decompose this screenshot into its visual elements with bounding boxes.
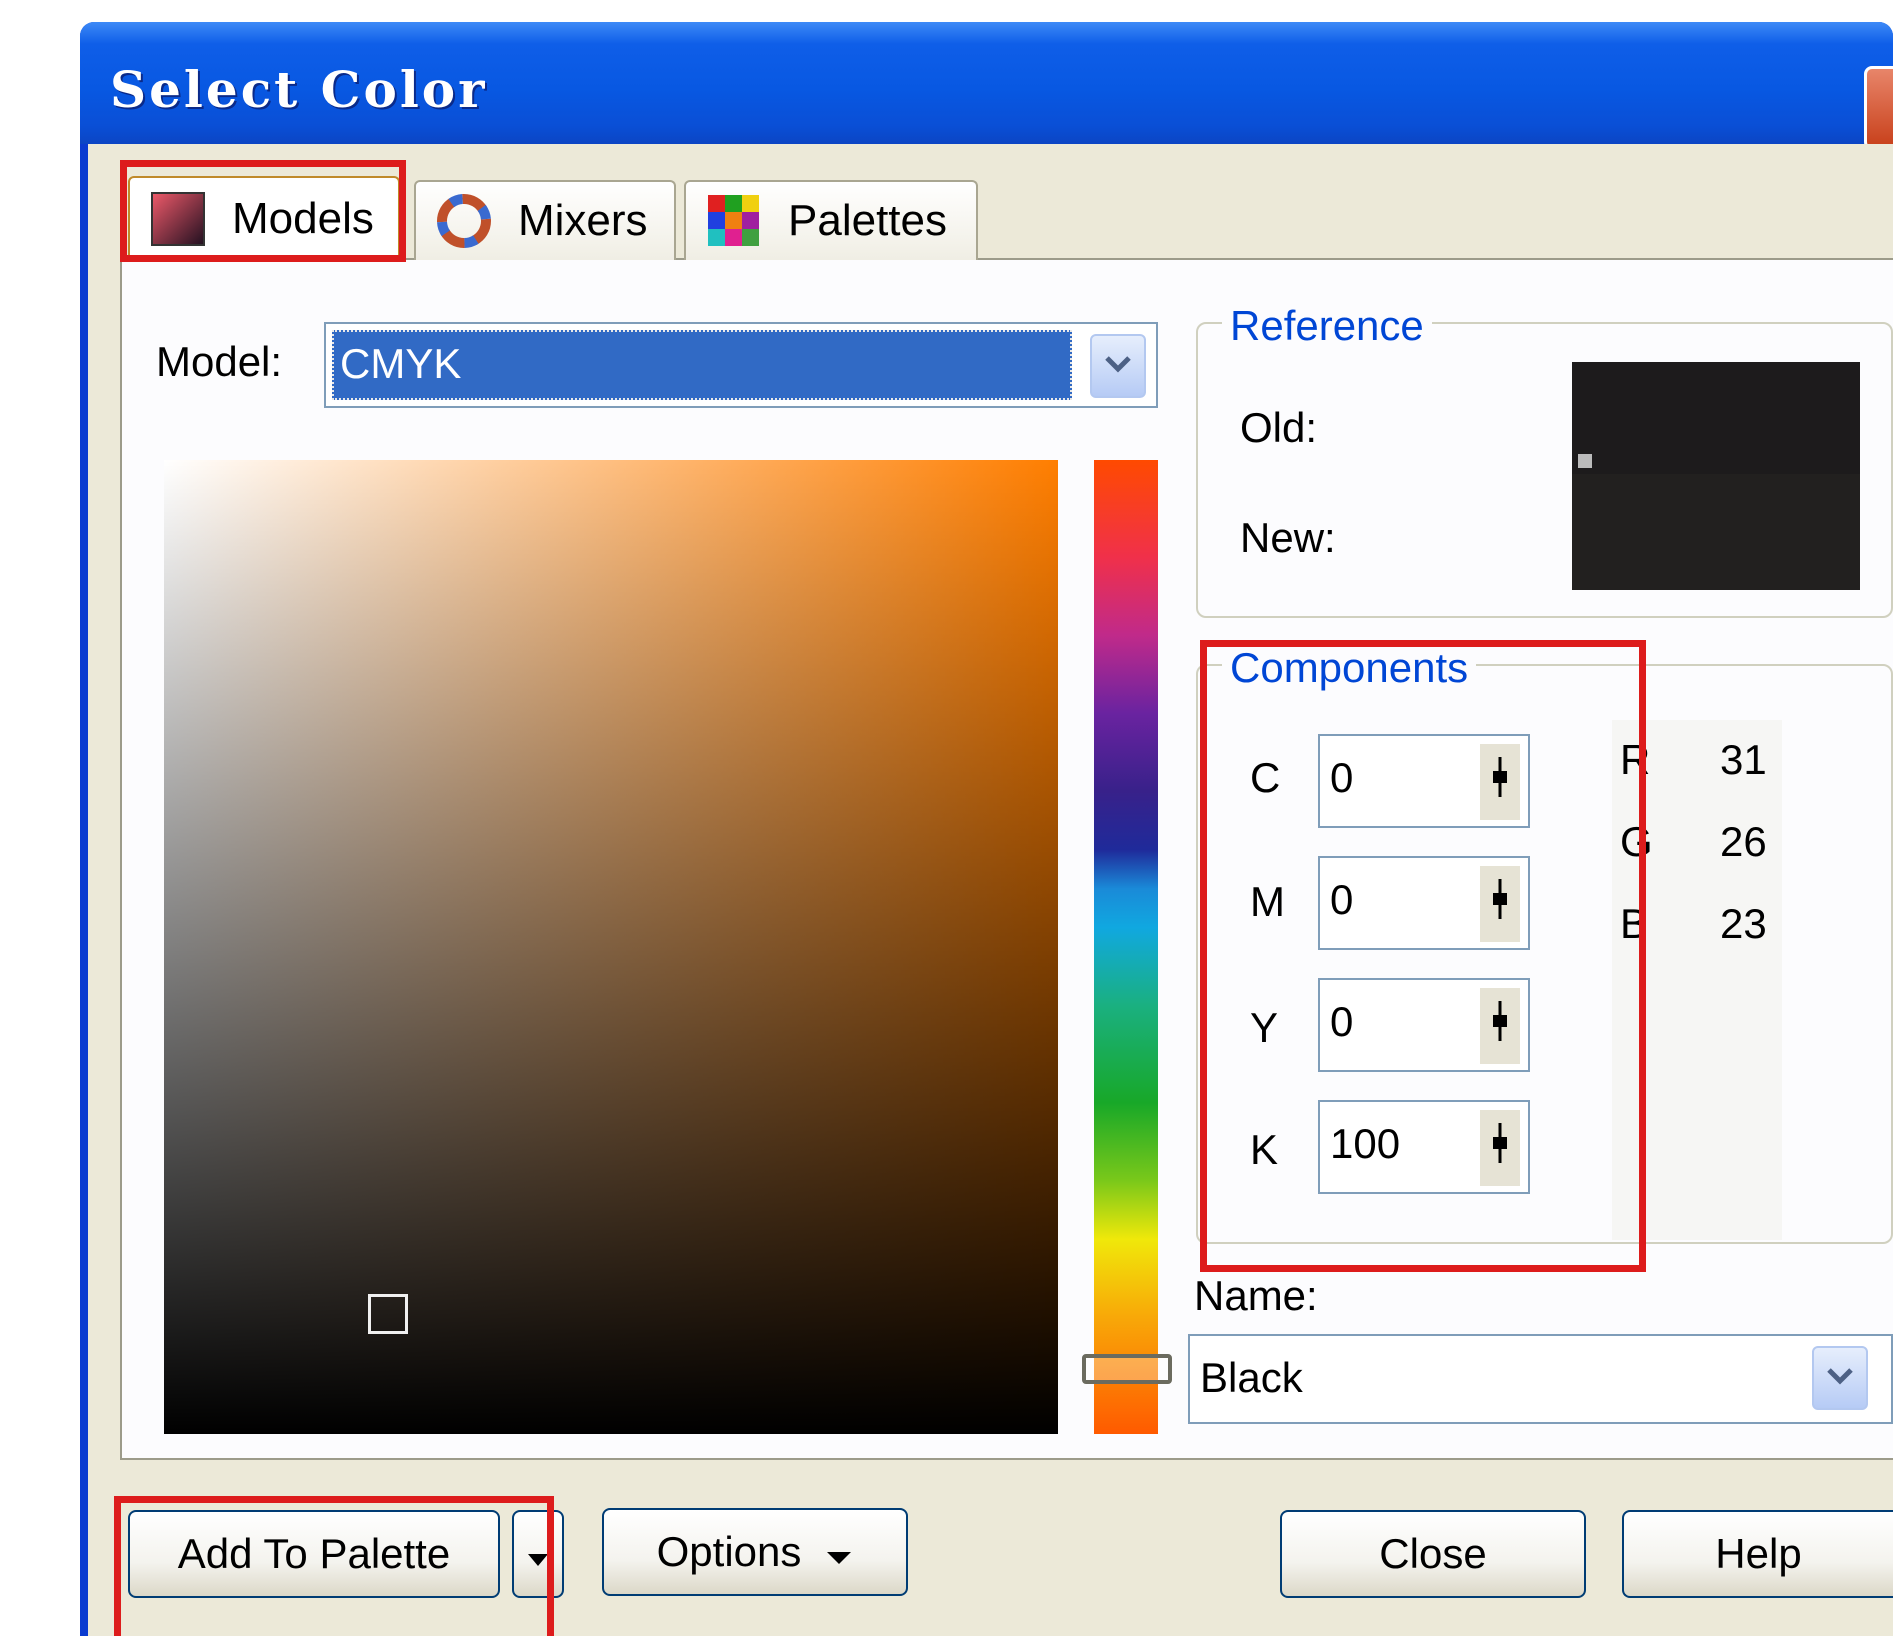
model-dropdown[interactable]: CMYK	[324, 322, 1158, 408]
new-color-swatch	[1572, 474, 1860, 590]
help-button[interactable]: Help	[1622, 1510, 1893, 1598]
color-square[interactable]	[164, 460, 1058, 1434]
hue-slider-bar[interactable]	[1094, 460, 1158, 1434]
old-color-label: Old:	[1240, 404, 1318, 451]
green-value: 26	[1720, 818, 1767, 865]
tab-mixers-label: Mixers	[518, 196, 648, 245]
color-square-marker[interactable]	[368, 1294, 408, 1334]
name-value: Black	[1200, 1354, 1303, 1401]
model-dropdown-button[interactable]	[1090, 334, 1146, 398]
help-label: Help	[1715, 1530, 1802, 1577]
highlight-add-to-palette	[114, 1496, 554, 1636]
chevron-down-icon	[1825, 1366, 1855, 1391]
model-value: CMYK	[332, 330, 1072, 400]
blue-value: 23	[1720, 900, 1767, 947]
new-color-label: New:	[1240, 514, 1336, 561]
tab-palettes[interactable]: Palettes	[684, 180, 978, 260]
hue-slider-handle[interactable]	[1082, 1354, 1172, 1384]
highlight-components	[1200, 640, 1646, 1272]
close-button[interactable]: Close	[1280, 1510, 1586, 1598]
model-label: Model:	[156, 338, 283, 385]
close-window-button[interactable]	[1864, 66, 1893, 150]
caret-down-icon	[825, 1528, 853, 1576]
highlight-models-tab	[120, 160, 406, 262]
swatch-marker	[1578, 454, 1592, 468]
options-button[interactable]: Options	[602, 1508, 908, 1596]
title-bar[interactable]: Select Color	[80, 22, 1893, 150]
options-label: Options	[656, 1528, 802, 1575]
chevron-down-icon	[1103, 354, 1133, 379]
reference-legend: Reference	[1222, 302, 1432, 350]
tab-palettes-label: Palettes	[788, 196, 947, 245]
dialog-title: Select Color	[110, 60, 488, 119]
close-label: Close	[1379, 1530, 1487, 1577]
name-combo[interactable]: Black	[1188, 1334, 1893, 1424]
red-value: 31	[1720, 736, 1767, 783]
tab-mixers[interactable]: Mixers	[414, 180, 676, 260]
palettes-icon	[706, 193, 762, 249]
name-dropdown-button[interactable]	[1812, 1346, 1868, 1410]
mixers-icon	[436, 193, 492, 249]
old-color-swatch	[1572, 362, 1860, 474]
name-label: Name:	[1194, 1272, 1318, 1319]
